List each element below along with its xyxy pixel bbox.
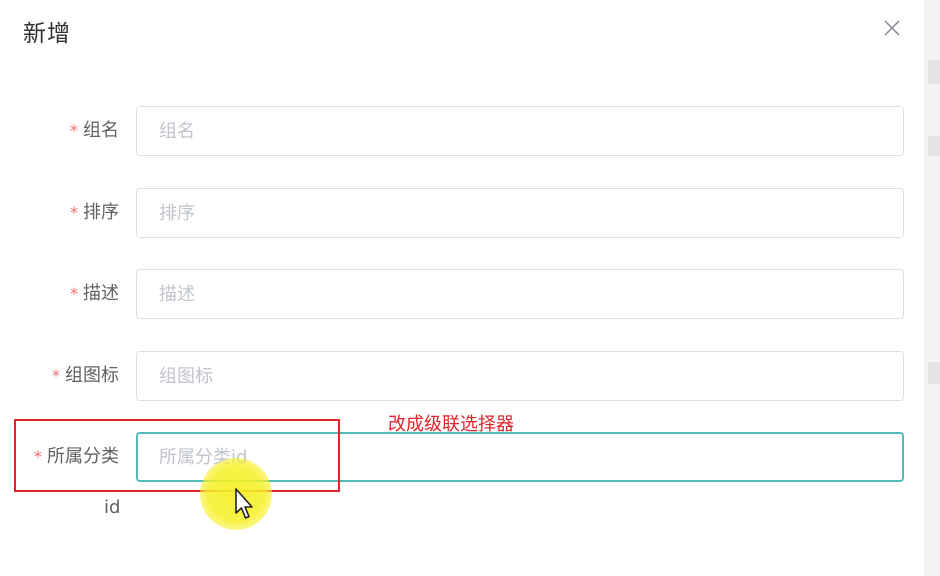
form-item-sort: * 排序 (0, 188, 924, 238)
field-label-sort: 排序 (83, 202, 119, 223)
form-label: * 组名 (70, 106, 119, 156)
group-name-input[interactable] (136, 106, 904, 156)
description-input[interactable] (136, 269, 904, 319)
required-mark: * (70, 203, 78, 222)
required-mark: * (70, 121, 78, 140)
category-sub-label: id (104, 497, 121, 518)
background-mark (928, 136, 940, 156)
background-page-strip (924, 0, 940, 576)
form-label: * 排序 (70, 188, 119, 238)
annotation-highlight-box (14, 419, 340, 492)
sort-input[interactable] (136, 188, 904, 238)
required-mark: * (70, 284, 78, 303)
close-icon[interactable] (882, 18, 902, 38)
form-label: * 组图标 (52, 351, 119, 401)
mouse-pointer-icon (235, 488, 253, 519)
background-mark (928, 362, 940, 384)
group-icon-input[interactable] (136, 351, 904, 401)
form-label: * 描述 (70, 269, 119, 319)
field-label-group-icon: 组图标 (65, 365, 119, 386)
field-label-description: 描述 (83, 283, 119, 304)
page: 新增 * 组名 * 排序 * 描述 (0, 0, 940, 576)
background-mark (928, 60, 940, 84)
dialog-title: 新增 (23, 21, 71, 47)
form-item-description: * 描述 (0, 269, 924, 319)
form-item-group-icon: * 组图标 (0, 351, 924, 401)
required-mark: * (52, 366, 60, 385)
annotation-note: 改成级联选择器 (388, 414, 514, 435)
form-item-group-name: * 组名 (0, 106, 924, 156)
field-label-group-name: 组名 (83, 120, 119, 141)
